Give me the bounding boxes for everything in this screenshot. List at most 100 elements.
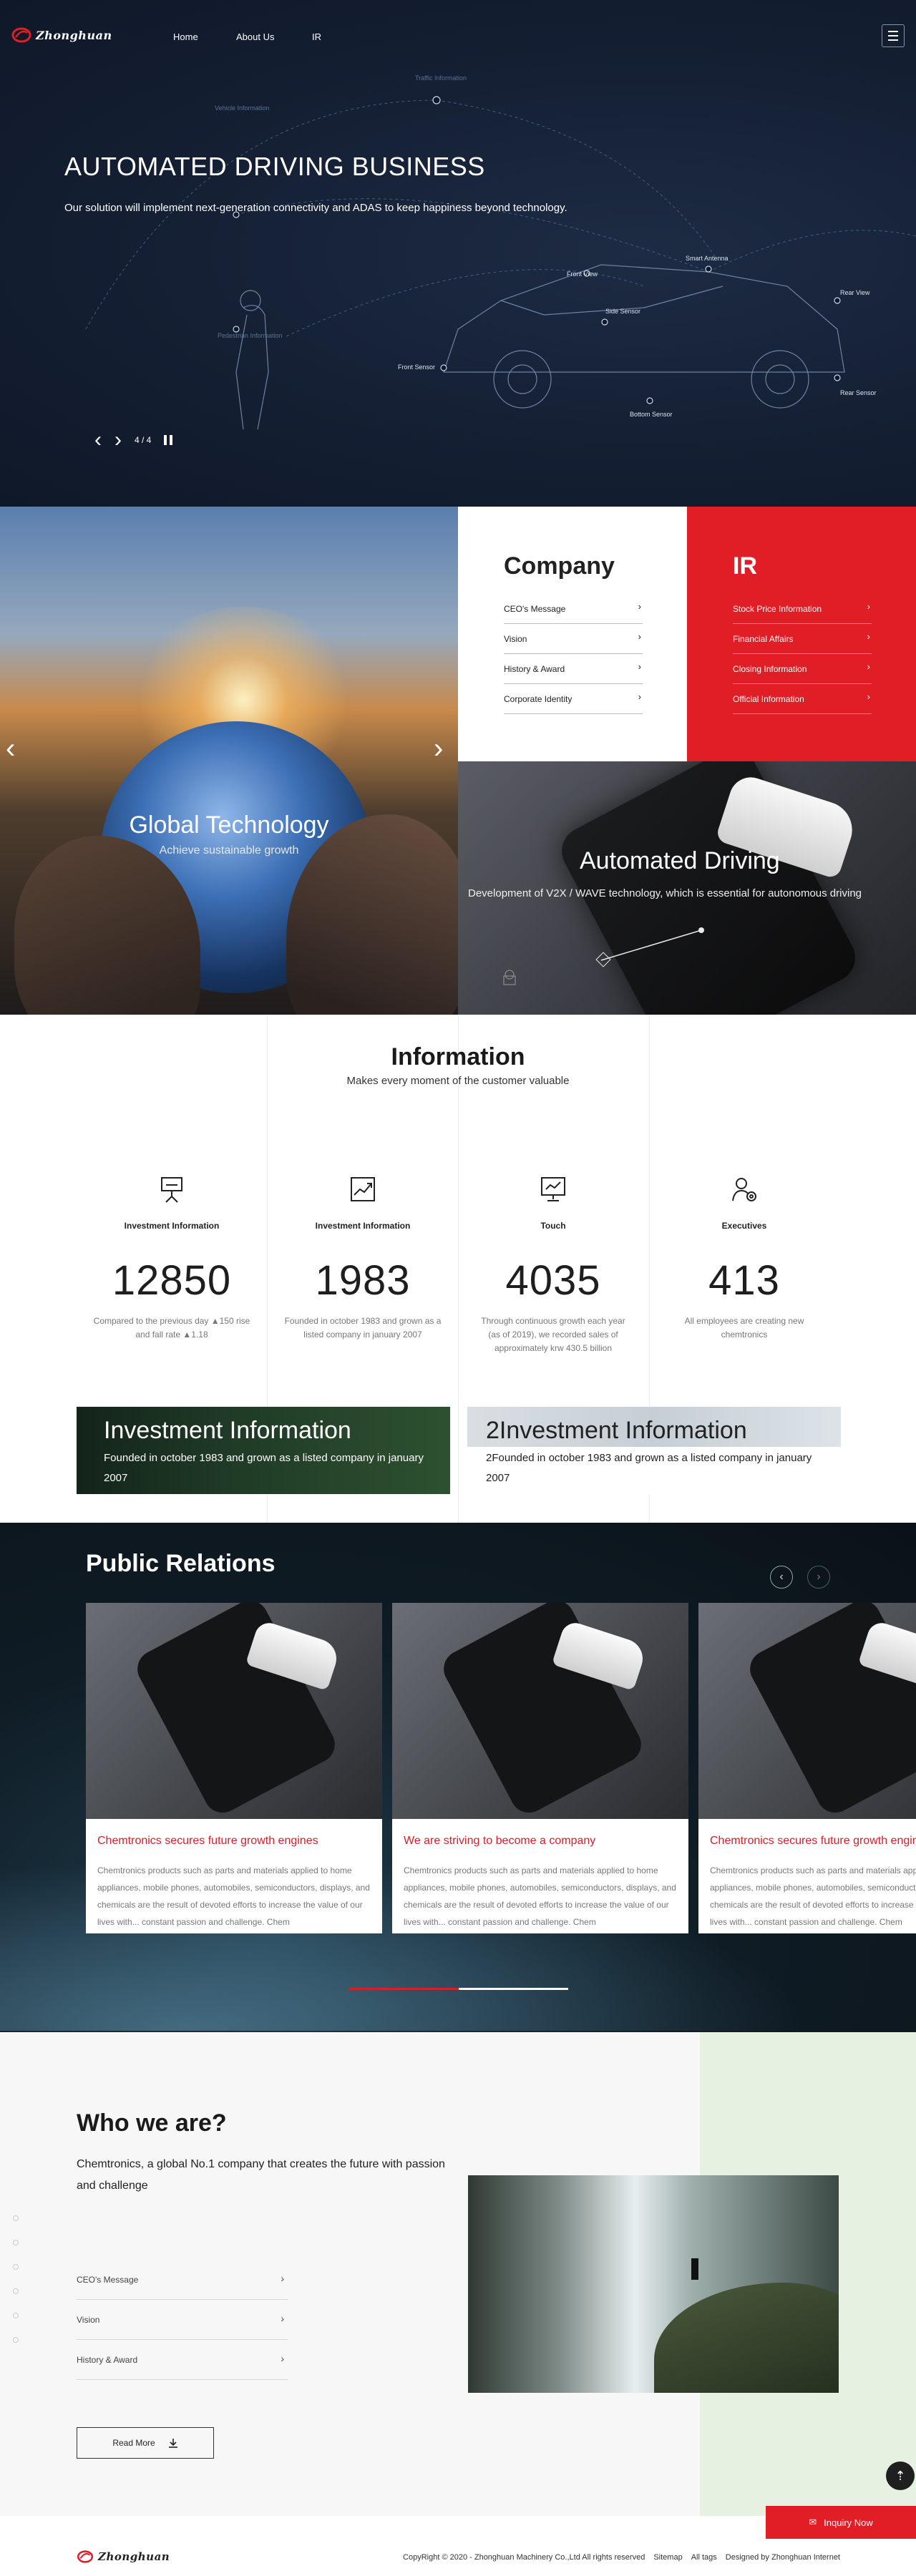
stat-value: 413: [708, 1257, 780, 1304]
hero-label: Vehicle Information: [215, 104, 270, 112]
global-technology-panel[interactable]: ‹ ›: [0, 507, 458, 1015]
hero-label: Traffic Information: [415, 74, 467, 82]
stat-value: 12850: [112, 1257, 232, 1304]
chevron-right-icon: ›: [638, 661, 641, 672]
dot-icon[interactable]: [13, 2288, 19, 2294]
global-technology-title: Global Technology: [129, 811, 329, 839]
investment-card-title: Investment Information: [104, 1417, 351, 1444]
person-silhouette: [691, 2258, 698, 2280]
copyright-text: CopyRight © 2020 - Zhonghuan Machinery C…: [403, 2553, 645, 2562]
read-more-label: Read More: [112, 2438, 155, 2448]
chevron-right-icon: ›: [281, 2313, 284, 2324]
chevron-right-icon: ›: [281, 2353, 284, 2364]
logo-swirl-icon: [11, 27, 31, 43]
dot-icon[interactable]: [13, 2264, 19, 2270]
who-item-vision[interactable]: Vision ›: [77, 2300, 288, 2340]
stat-investment[interactable]: Investment Information 12850 Compared to…: [86, 1174, 258, 1342]
hamburger-icon[interactable]: [882, 24, 905, 47]
company-item-label: History & Award: [504, 663, 565, 674]
chevron-right-icon: ›: [867, 691, 870, 702]
dot-icon[interactable]: [13, 2240, 19, 2245]
hero-title: AUTOMATED DRIVING BUSINESS: [64, 152, 485, 181]
ir-item-financial-affairs[interactable]: Financial Affairs ›: [733, 624, 872, 654]
ir-item-official-information[interactable]: Official Information ›: [733, 684, 872, 714]
news-image: [86, 1603, 382, 1819]
pause-icon[interactable]: [164, 435, 173, 445]
news-card[interactable]: Chemtronics secures future growth engine…: [698, 1603, 916, 1933]
designed-by-text: Designed by Zhonghuan Internet: [725, 2553, 840, 2562]
ir-item-closing-information[interactable]: Closing Information ›: [733, 654, 872, 684]
footer-logo-text: Zhonghuan: [98, 2550, 170, 2563]
logo[interactable]: Zhonghuan: [11, 27, 112, 43]
hero-label: Side Sensor: [605, 308, 641, 315]
nav-ir[interactable]: IR: [312, 31, 321, 42]
inquiry-now-button[interactable]: ✉ Inquiry Now: [766, 2506, 916, 2539]
company-menu: CEO's Message › Vision › History & Award › …: [504, 594, 643, 714]
stat-label: Touch: [540, 1221, 566, 1231]
column-divider: [458, 1015, 459, 1523]
dot-icon[interactable]: [13, 2215, 19, 2221]
investment-card-forest[interactable]: Investment Information Founded in octobe…: [77, 1407, 450, 1494]
company-item-corporate-identity[interactable]: Corporate Identity ›: [504, 684, 643, 714]
read-more-button[interactable]: Read More: [77, 2427, 214, 2459]
news-image: [392, 1603, 688, 1819]
chevron-right-icon[interactable]: ›: [434, 733, 443, 765]
stat-founded[interactable]: Investment Information 1983 Founded in o…: [277, 1174, 449, 1342]
inquiry-label: Inquiry Now: [824, 2517, 873, 2528]
footer-link-sitemap[interactable]: Sitemap: [653, 2553, 682, 2562]
prev-news-icon[interactable]: ‹: [770, 1566, 793, 1589]
company-panel: Company CEO's Message › Vision › History &…: [458, 507, 687, 761]
nav-home[interactable]: Home: [173, 31, 198, 42]
investment-card-description: 2Founded in october 1983 and grown as a …: [486, 1452, 812, 1484]
who-item-history[interactable]: History & Award ›: [77, 2340, 288, 2380]
chevron-right-icon: ›: [638, 601, 641, 612]
news-title: Chemtronics secures future growth engine…: [97, 1835, 318, 1847]
news-description: Chemtronics products such as parts and m…: [710, 1865, 916, 1927]
chevron-left-icon[interactable]: ‹: [6, 733, 15, 765]
dot-icon[interactable]: [13, 2337, 19, 2343]
hero-label: Front View: [567, 270, 598, 278]
who-we-are-section: Who we are? Chemtronics, a global No.1 c…: [0, 2032, 916, 2516]
company-item-ceo-message[interactable]: CEO's Message ›: [504, 594, 643, 624]
download-icon: [168, 2439, 177, 2448]
back-to-top-icon[interactable]: ⇡: [886, 2462, 915, 2490]
automated-driving-panel[interactable]: Automated Driving Development of V2X / W…: [458, 761, 916, 1015]
stat-label: Executives: [721, 1221, 767, 1231]
dot-icon[interactable]: [13, 2313, 19, 2318]
chevron-right-icon: ›: [867, 601, 870, 612]
stat-touch[interactable]: Touch 4035 Through continuous growth eac…: [467, 1174, 639, 1355]
company-item-vision[interactable]: Vision ›: [504, 624, 643, 654]
stat-executives[interactable]: Executives 413 All employees are creatin…: [658, 1174, 830, 1342]
news-title: Chemtronics secures future growth engine…: [710, 1835, 916, 1847]
who-item-label: CEO's Message: [77, 2274, 139, 2285]
news-description: Chemtronics products such as parts and m…: [404, 1865, 676, 1927]
public-relations-title: Public Relations: [86, 1550, 276, 1577]
logo-text: Zhonghuan: [36, 28, 112, 42]
ir-item-stock-price[interactable]: Stock Price Information ›: [733, 594, 872, 624]
information-title: Information: [391, 1043, 525, 1070]
chevron-right-icon: ›: [638, 631, 641, 642]
news-card[interactable]: We are striving to become a company Chem…: [392, 1603, 688, 1933]
top-navigation: Zhonghuan Home About Us IR: [0, 0, 916, 72]
people-gear-icon: [732, 1178, 756, 1201]
nav-about-us[interactable]: About Us: [236, 31, 274, 42]
company-item-history[interactable]: History & Award ›: [504, 654, 643, 684]
investment-card-office[interactable]: 2Investment Information 2Founded in octo…: [467, 1407, 841, 1494]
company-item-label: CEO's Message: [504, 603, 566, 614]
growth-chart-icon: [351, 1177, 375, 1201]
automated-driving-title: Automated Driving: [580, 847, 780, 874]
next-slide-icon[interactable]: ›: [114, 429, 122, 451]
footer-link-all-tags[interactable]: All tags: [691, 2553, 717, 2562]
next-news-icon[interactable]: ›: [807, 1566, 830, 1589]
news-image: [698, 1603, 916, 1819]
news-card[interactable]: Chemtronics secures future growth engine…: [86, 1603, 382, 1933]
who-item-ceo-message[interactable]: CEO's Message ›: [77, 2260, 288, 2300]
stat-label: Investment Information: [315, 1221, 411, 1231]
footer-logo[interactable]: Zhonghuan: [77, 2550, 170, 2563]
who-we-are-subtitle: Chemtronics, a global No.1 company that …: [77, 2158, 445, 2192]
carousel-progress-fill: [349, 1988, 459, 1990]
chevron-right-icon: ›: [867, 661, 870, 672]
hero-label: Pedestrian Information: [218, 332, 283, 339]
rock-shape: [654, 2283, 839, 2393]
prev-slide-icon[interactable]: ‹: [94, 429, 102, 451]
